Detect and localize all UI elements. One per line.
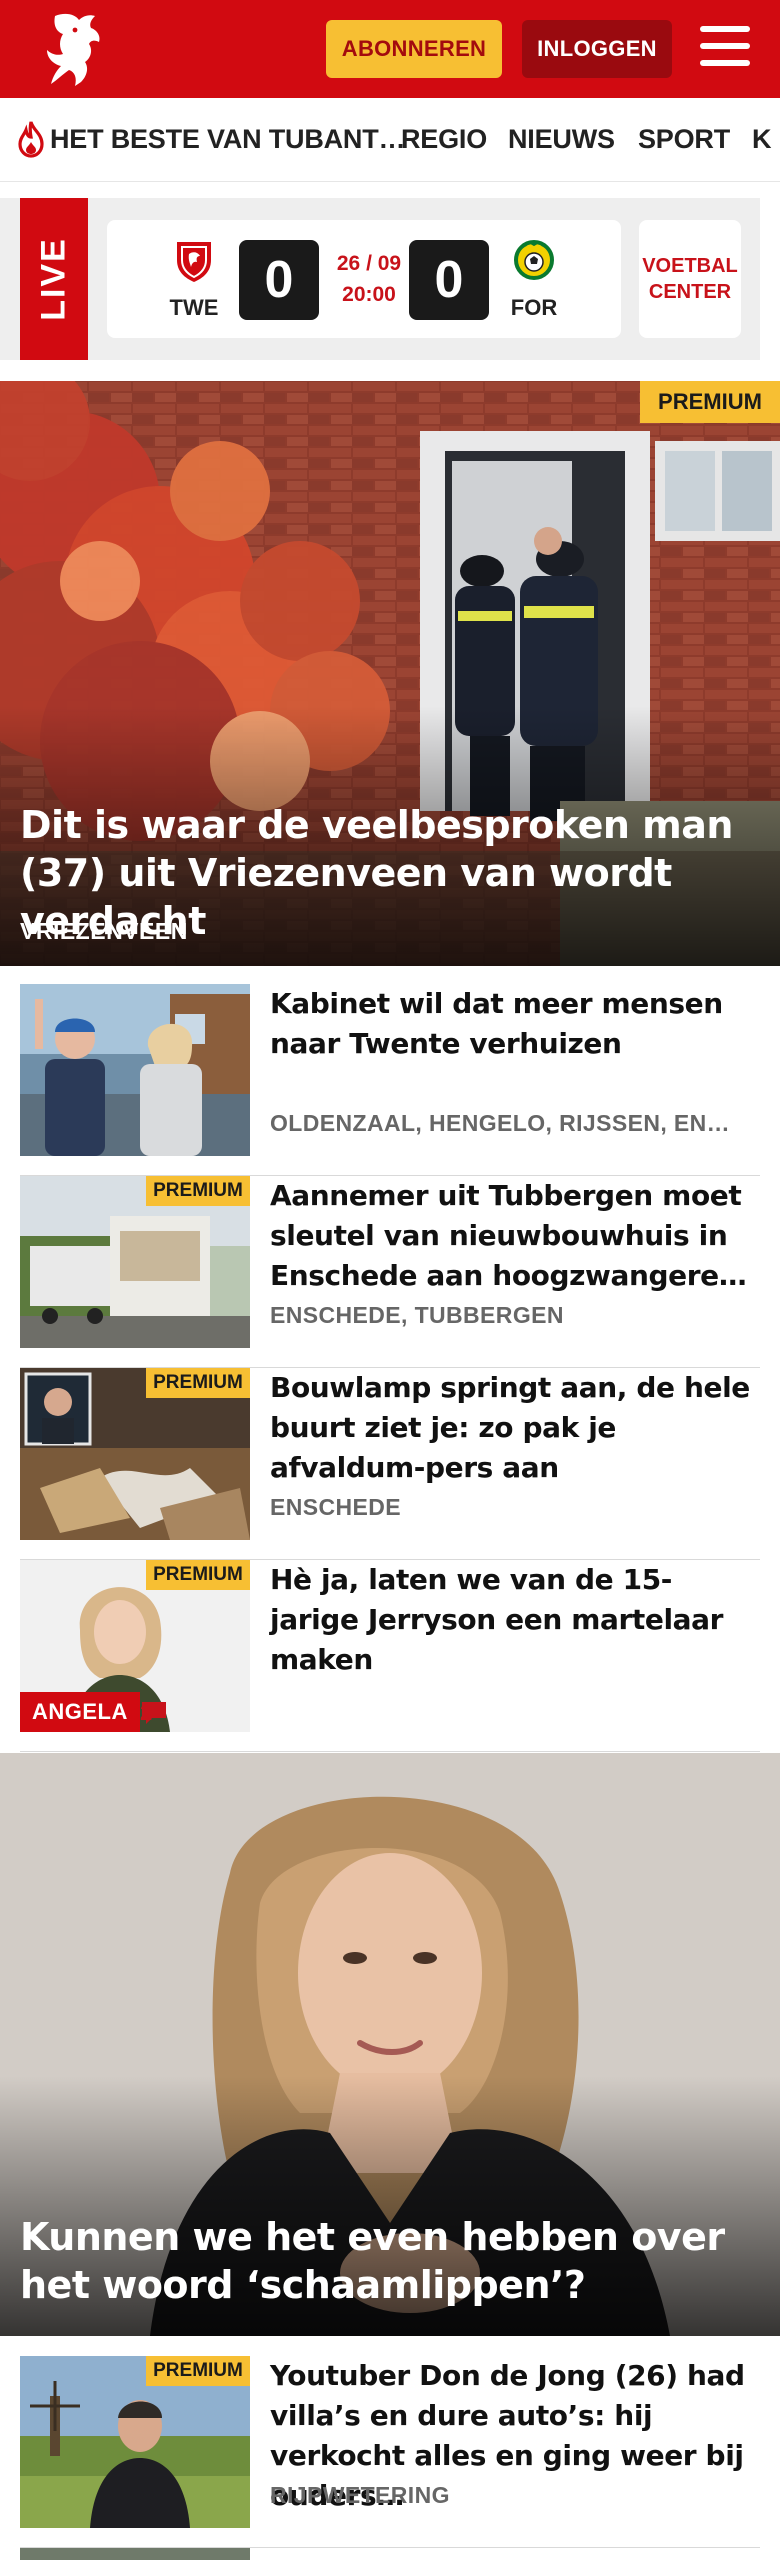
flame-icon [18, 121, 44, 158]
author-tag[interactable]: ANGELA [20, 1692, 140, 1732]
nav-item-nieuws[interactable]: NIEUWS [508, 124, 615, 155]
section-nav: HET BESTE VAN TUBANT… REGIO NIEUWS SPORT… [0, 98, 780, 182]
match-card[interactable]: TWE 0 26 / 09 20:00 0 FOR [107, 220, 621, 338]
feature-title[interactable]: Kunnen we het even hebben over het woord… [20, 2213, 760, 2309]
article-location: OLDENZAAL, HENGELO, RIJSSEN, EN… [270, 1110, 731, 1136]
live-tag: LIVE [20, 198, 88, 360]
article-location: ENSCHEDE [270, 1494, 402, 1520]
article-location: RIJPWETERING [270, 2482, 450, 2508]
article-title[interactable]: Hè ja, laten we van de 15-jarige Jerryso… [270, 1560, 760, 1680]
comment-count[interactable]: 2 [140, 1700, 166, 1726]
live-score-widget: LIVE TWE 0 26 / 09 20:00 0 FOR VOETBAL C… [0, 198, 760, 360]
away-team: FOR [499, 238, 569, 321]
article-title[interactable]: Aannemer uit Tubbergen moet sleutel van … [270, 1176, 760, 1296]
login-button[interactable]: INLOGGEN [522, 20, 672, 78]
away-score: 0 [409, 240, 489, 320]
fc-twente-crest-icon [177, 242, 211, 282]
article-location: ENSCHEDE, TUBBERGEN [270, 1302, 564, 1328]
feature-article[interactable]: Kunnen we het even hebben over het woord… [0, 1753, 780, 2336]
premium-badge: PREMIUM [146, 1560, 250, 1590]
match-date: 26 / 09 [336, 252, 402, 275]
list-item[interactable]: PREMIUM Youtuber Don de Jong (26) had vi… [20, 2356, 760, 2548]
home-team: TWE [159, 238, 229, 321]
list-item[interactable]: PREMIUM Aannemer uit Tubbergen moet sleu… [20, 1176, 760, 1368]
premium-badge: PREMIUM [146, 2356, 250, 2386]
voetbal-center-button[interactable]: VOETBAL CENTER [639, 220, 741, 338]
home-team-abbr: TWE [169, 295, 219, 320]
nav-item-het-beste[interactable]: HET BESTE VAN TUBANT… [50, 124, 406, 155]
article-title[interactable]: Kabinet wil dat meer mensen naar Twente … [270, 984, 760, 1064]
list-item[interactable]: Kabinet wil dat meer mensen naar Twente … [20, 984, 760, 1176]
nav-item-regio[interactable]: REGIO [401, 124, 487, 155]
article-thumbnail: PREMIUM [20, 1176, 250, 1348]
article-thumbnail: PREMIUM [20, 1368, 250, 1540]
article-title[interactable]: Bouwlamp springt aan, de hele buurt ziet… [270, 1368, 760, 1488]
match-datetime: 26 / 09 20:00 [329, 248, 409, 310]
premium-badge: PREMIUM [146, 1176, 250, 1206]
tubantia-logo-horse-icon[interactable] [35, 10, 110, 90]
away-team-abbr: FOR [510, 295, 558, 320]
hero-location: VRIEZENVEEN [20, 918, 188, 944]
list-item[interactable]: PREMIUM ANGELA 2 Hè ja, laten we van de … [20, 1560, 760, 1752]
subscribe-button[interactable]: ABONNEREN [326, 20, 502, 78]
hero-article[interactable]: PREMIUM Dit is waar de veelbesproken man… [0, 381, 780, 966]
voetbal-center-label-1: VOETBAL [642, 255, 738, 277]
nav-item-k[interactable]: K [752, 124, 772, 155]
article-thumbnail: PREMIUM [20, 2356, 250, 2528]
premium-badge: PREMIUM [640, 381, 780, 423]
nav-item-sport[interactable]: SPORT [638, 124, 730, 155]
next-article-thumbnail-peek [20, 2548, 250, 2560]
premium-badge: PREMIUM [146, 1368, 250, 1398]
site-header: ABONNEREN INLOGGEN [0, 0, 780, 98]
fortuna-sittard-crest-icon [514, 240, 554, 280]
home-score: 0 [239, 240, 319, 320]
match-time: 20:00 [342, 283, 396, 306]
comment-icon [142, 1702, 166, 1724]
list-item[interactable]: PREMIUM Bouwlamp springt aan, de hele bu… [20, 1368, 760, 1560]
article-thumbnail: PREMIUM ANGELA 2 [20, 1560, 250, 1732]
voetbal-center-label-2: CENTER [648, 281, 732, 303]
article-thumbnail [20, 984, 250, 1156]
menu-icon[interactable] [700, 26, 752, 72]
